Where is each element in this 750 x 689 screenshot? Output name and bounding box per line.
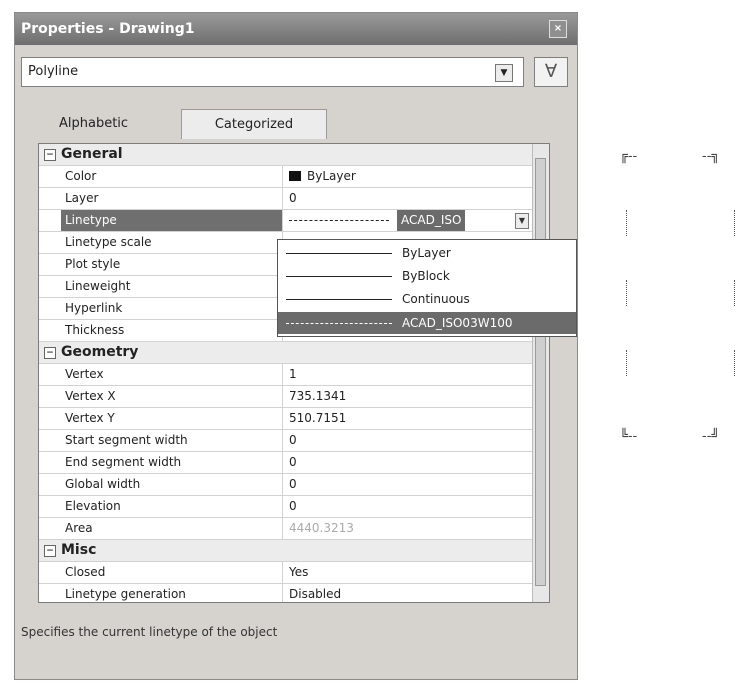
property-row-end-segment-width[interactable]: End segment width 0 bbox=[39, 452, 533, 474]
property-row-vertex-x[interactable]: Vertex X 735.1341 bbox=[39, 386, 533, 408]
properties-palette: Properties - Drawing1 × Polyline ▼ ∀ Alp… bbox=[14, 12, 578, 680]
property-name: Vertex bbox=[61, 364, 283, 385]
property-name: Color bbox=[61, 166, 283, 187]
category-label: Geometry bbox=[61, 344, 139, 360]
property-name: Lineweight bbox=[61, 276, 283, 297]
property-name: Elevation bbox=[61, 496, 283, 517]
vertical-scrollbar[interactable] bbox=[532, 144, 549, 602]
tab-alphabetic[interactable]: Alphabetic bbox=[59, 109, 128, 139]
collapse-icon[interactable]: − bbox=[44, 149, 56, 161]
chevron-down-icon[interactable]: ▼ bbox=[495, 64, 513, 82]
option-label: Continuous bbox=[402, 292, 470, 306]
property-row-global-width[interactable]: Global width 0 bbox=[39, 474, 533, 496]
dashed-edge bbox=[626, 350, 627, 376]
property-row-closed[interactable]: Closed Yes bbox=[39, 562, 533, 584]
linetype-sample bbox=[286, 299, 392, 300]
grip-icon[interactable]: --╗ bbox=[702, 150, 719, 163]
property-name: Closed bbox=[61, 562, 283, 583]
property-value[interactable]: 510.7151 bbox=[283, 408, 533, 429]
category-label: General bbox=[61, 146, 123, 162]
option-label: ByBlock bbox=[402, 269, 450, 283]
linetype-option-continuous[interactable]: Continuous bbox=[278, 288, 576, 310]
property-name: Vertex X bbox=[61, 386, 283, 407]
description-panel: Specifies the current linetype of the ob… bbox=[21, 625, 278, 639]
property-name: Vertex Y bbox=[61, 408, 283, 429]
category-geometry[interactable]: − Geometry bbox=[39, 342, 533, 364]
property-value-color[interactable]: ByLayer bbox=[283, 166, 533, 187]
quick-select-button[interactable]: ∀ bbox=[534, 57, 568, 87]
property-row-linetype[interactable]: Linetype ACAD_ISO ▼ bbox=[39, 210, 533, 232]
property-name: Layer bbox=[61, 188, 283, 209]
property-name: Hyperlink bbox=[61, 298, 283, 319]
dashed-edge bbox=[734, 280, 735, 306]
property-name: End segment width bbox=[61, 452, 283, 473]
property-row-start-segment-width[interactable]: Start segment width 0 bbox=[39, 430, 533, 452]
chevron-down-icon[interactable]: ▼ bbox=[515, 213, 529, 229]
property-value[interactable]: 0 bbox=[283, 188, 533, 209]
property-row-linetype-generation[interactable]: Linetype generation Disabled bbox=[39, 584, 533, 602]
grip-icon[interactable]: --╝ bbox=[702, 430, 719, 443]
property-row-vertex[interactable]: Vertex 1 bbox=[39, 364, 533, 386]
property-name: Linetype bbox=[61, 210, 283, 231]
category-misc[interactable]: − Misc bbox=[39, 540, 533, 562]
grip-icon[interactable]: ╚-- bbox=[620, 430, 637, 443]
linetype-dropdown-list[interactable]: ByLayer ByBlock Continuous ACAD_ISO03W10… bbox=[277, 239, 577, 337]
color-swatch-icon bbox=[289, 171, 301, 181]
property-value[interactable]: 735.1341 bbox=[283, 386, 533, 407]
property-row-layer[interactable]: Layer 0 bbox=[39, 188, 533, 210]
collapse-icon[interactable]: − bbox=[44, 545, 56, 557]
dashed-edge bbox=[626, 210, 627, 236]
property-value[interactable]: Yes bbox=[283, 562, 533, 583]
dashed-edge bbox=[734, 210, 735, 236]
property-name: Plot style bbox=[61, 254, 283, 275]
property-row-elevation[interactable]: Elevation 0 bbox=[39, 496, 533, 518]
linetype-sample bbox=[286, 253, 392, 254]
close-icon[interactable]: × bbox=[549, 20, 567, 38]
category-general[interactable]: − General bbox=[39, 144, 533, 166]
grip-icon[interactable]: ╔-- bbox=[620, 150, 637, 163]
quick-select-icon: ∀ bbox=[544, 61, 558, 82]
linetype-combo[interactable]: ACAD_ISO ▼ bbox=[283, 210, 533, 231]
property-value[interactable]: Disabled bbox=[283, 584, 533, 602]
property-name: Global width bbox=[61, 474, 283, 495]
property-row-color[interactable]: Color ByLayer bbox=[39, 166, 533, 188]
option-label: ByLayer bbox=[402, 246, 451, 260]
linetype-option-acad-iso03w100[interactable]: ACAD_ISO03W100 bbox=[278, 312, 576, 334]
category-label: Misc bbox=[61, 542, 97, 558]
linetype-sample bbox=[286, 323, 392, 324]
property-value[interactable]: 0 bbox=[283, 496, 533, 517]
object-type-select[interactable]: Polyline ▼ bbox=[21, 57, 524, 87]
property-value[interactable]: 0 bbox=[283, 430, 533, 451]
property-row-area[interactable]: Area 4440.3213 bbox=[39, 518, 533, 540]
linetype-sample bbox=[286, 276, 392, 277]
linetype-value: ACAD_ISO bbox=[397, 210, 466, 231]
collapse-icon[interactable]: − bbox=[44, 347, 56, 359]
window-title: Properties - Drawing1 bbox=[21, 21, 195, 37]
color-value: ByLayer bbox=[307, 169, 356, 183]
property-value[interactable]: 1 bbox=[283, 364, 533, 385]
linetype-sample bbox=[289, 220, 389, 221]
property-name: Area bbox=[61, 518, 283, 539]
property-name: Thickness bbox=[61, 320, 283, 341]
property-value[interactable]: 0 bbox=[283, 452, 533, 473]
object-type-value: Polyline bbox=[28, 64, 79, 79]
property-name: Linetype scale bbox=[61, 232, 283, 253]
linetype-option-byblock[interactable]: ByBlock bbox=[278, 265, 576, 287]
property-name: Start segment width bbox=[61, 430, 283, 451]
option-label: ACAD_ISO03W100 bbox=[402, 316, 513, 330]
title-bar[interactable]: Properties - Drawing1 × bbox=[15, 13, 577, 45]
scrollbar-thumb[interactable] bbox=[535, 158, 546, 586]
property-grid: − General Color ByLayer Layer 0 Linetype… bbox=[38, 143, 550, 603]
property-value[interactable]: 0 bbox=[283, 474, 533, 495]
property-row-vertex-y[interactable]: Vertex Y 510.7151 bbox=[39, 408, 533, 430]
dashed-edge bbox=[734, 350, 735, 376]
linetype-option-bylayer[interactable]: ByLayer bbox=[278, 242, 576, 264]
property-name: Linetype generation bbox=[61, 584, 283, 602]
tab-categorized[interactable]: Categorized bbox=[181, 109, 327, 139]
dashed-edge bbox=[626, 280, 627, 306]
property-value-readonly: 4440.3213 bbox=[289, 521, 354, 535]
